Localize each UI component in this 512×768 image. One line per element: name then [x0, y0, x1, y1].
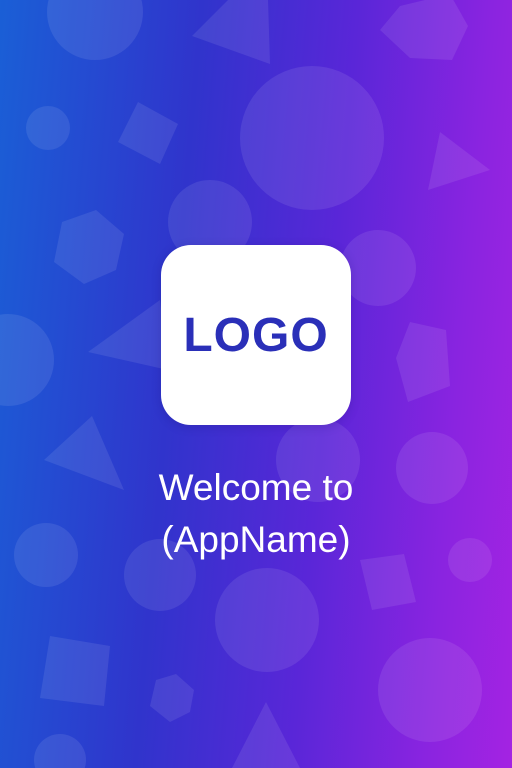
app-logo: LOGO — [161, 245, 351, 425]
decor-hexagon — [54, 210, 124, 284]
decor-square — [40, 636, 110, 706]
decor-triangle — [428, 132, 490, 190]
decor-triangle — [232, 702, 300, 768]
decor-triangle — [192, 0, 270, 64]
logo-text: LOGO — [183, 308, 329, 362]
welcome-line-1: Welcome to — [158, 467, 354, 508]
decor-circle — [215, 568, 319, 672]
decor-circle — [340, 230, 416, 306]
decor-pentagon — [396, 322, 450, 402]
decor-circle — [240, 66, 384, 210]
decor-circle — [47, 0, 143, 60]
decor-circle — [34, 734, 86, 768]
decor-triangle — [88, 300, 168, 370]
decor-hexagon — [380, 0, 468, 60]
welcome-line-2: (AppName) — [161, 519, 351, 560]
decor-square — [118, 102, 178, 164]
welcome-heading: Welcome to (AppName) — [0, 462, 512, 566]
decor-hexagon — [150, 674, 194, 722]
decor-circle — [26, 106, 70, 150]
splash-screen: LOGO Welcome to (AppName) — [0, 0, 512, 768]
decor-circle — [0, 314, 54, 406]
decor-circle — [378, 638, 482, 742]
